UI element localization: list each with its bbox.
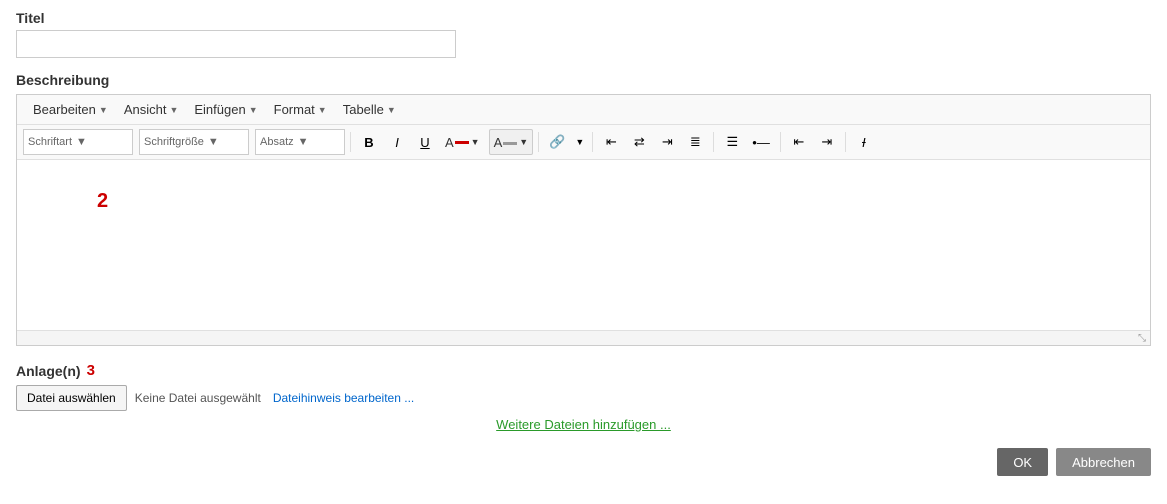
link-icon: 🔗 [549,134,565,150]
cancel-button[interactable]: Abbrechen [1056,448,1151,476]
link-dropdown-button[interactable]: ▼ [572,129,587,155]
align-center-icon: ⇄ [634,134,645,150]
highlight-color-indicator [503,142,517,145]
titel-label-text: Titel [16,10,45,26]
bottom-buttons: OK Abbrechen [16,448,1151,476]
toolbar-sep-2 [538,132,539,152]
anlage-label: Anlage(n) 3 [16,362,1151,379]
menu-ansicht[interactable]: Ansicht ▼ [116,99,187,120]
unordered-list-button[interactable]: •— [747,129,775,155]
outdent-icon: ⇤ [793,134,804,150]
font-family-select[interactable]: Schriftart ▼ [23,129,133,155]
underline-button[interactable]: U [412,129,438,155]
align-right-icon: ⇥ [662,134,673,150]
editor-menubar: Bearbeiten ▼ Ansicht ▼ Einfügen ▼ Format… [17,95,1150,125]
bearbeiten-arrow: ▼ [99,105,108,115]
ordered-list-icon: ☰ [726,134,738,150]
menu-tabelle[interactable]: Tabelle ▼ [335,99,404,120]
editor-toolbar: Schriftart ▼ Schriftgröße ▼ Absatz ▼ B I… [17,125,1150,160]
link-button[interactable]: 🔗 [544,129,570,155]
edit-hint-link[interactable]: Dateihinweis bearbeiten ... [273,391,414,405]
highlight-color-button[interactable]: A ▼ [489,129,534,155]
ansicht-arrow: ▼ [169,105,178,115]
titel-field-label: Titel [16,10,1151,26]
unordered-list-icon: •— [752,135,770,150]
highlight-color-arrow[interactable]: ▼ [519,137,528,147]
no-file-text: Keine Datei ausgewählt [135,391,261,405]
editor-container: Bearbeiten ▼ Ansicht ▼ Einfügen ▼ Format… [16,94,1151,346]
align-justify-button[interactable]: ≣ [682,129,708,155]
clear-format-button[interactable]: I [851,129,877,155]
font-size-select[interactable]: Schriftgröße ▼ [139,129,249,155]
toolbar-sep-5 [780,132,781,152]
einfuegen-arrow: ▼ [249,105,258,115]
ok-button[interactable]: OK [997,448,1048,476]
anlage-section: Anlage(n) 3 Datei auswählen Keine Datei … [16,362,1151,432]
editor-placeholder-number: 2 [97,190,108,213]
menu-format[interactable]: Format ▼ [266,99,335,120]
outdent-button[interactable]: ⇤ [786,129,812,155]
tabelle-arrow: ▼ [387,105,396,115]
file-choose-button[interactable]: Datei auswählen [16,385,127,411]
indent-icon: ⇥ [821,134,832,150]
editor-body[interactable]: 2 [17,160,1150,330]
font-color-arrow[interactable]: ▼ [471,137,480,147]
italic-button[interactable]: I [384,129,410,155]
align-right-button[interactable]: ⇥ [654,129,680,155]
resize-handle-icon[interactable]: ⤡ [1138,333,1148,343]
link-dropdown-arrow: ▼ [575,137,584,147]
bold-button[interactable]: B [356,129,382,155]
align-left-button[interactable]: ⇤ [598,129,624,155]
add-files-link[interactable]: Weitere Dateien hinzufügen ... [16,417,1151,432]
menu-bearbeiten[interactable]: Bearbeiten ▼ [25,99,116,120]
paragraph-select[interactable]: Absatz ▼ [255,129,345,155]
titel-input[interactable] [16,30,456,58]
toolbar-sep-4 [713,132,714,152]
beschreibung-label: Beschreibung [16,72,1151,88]
clear-format-icon: I [862,135,866,150]
ordered-list-button[interactable]: ☰ [719,129,745,155]
add-files-row[interactable]: Weitere Dateien hinzufügen ... [16,417,1151,432]
editor-resize-bar: ⤡ [17,330,1150,345]
format-arrow: ▼ [318,105,327,115]
indent-button[interactable]: ⇥ [814,129,840,155]
anlage-row: Datei auswählen Keine Datei ausgewählt D… [16,385,1151,411]
align-left-icon: ⇤ [606,134,617,150]
toolbar-sep-3 [592,132,593,152]
anlage-number: 3 [87,362,95,379]
font-color-button[interactable]: A ▼ [440,129,485,155]
align-center-button[interactable]: ⇄ [626,129,652,155]
menu-einfuegen[interactable]: Einfügen ▼ [186,99,265,120]
toolbar-sep-6 [845,132,846,152]
toolbar-sep-1 [350,132,351,152]
font-color-indicator [455,141,469,144]
align-justify-icon: ≣ [690,134,701,150]
